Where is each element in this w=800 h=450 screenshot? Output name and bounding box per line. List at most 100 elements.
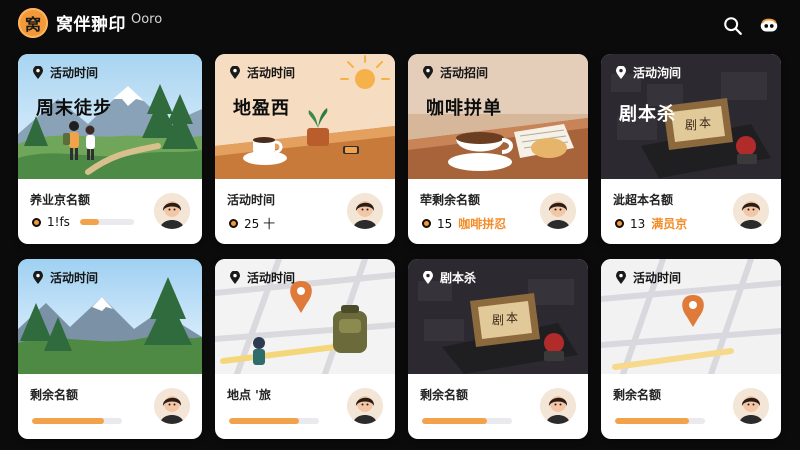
profile-icon[interactable] [758,15,780,37]
card-meta: 13 满员京 [615,215,687,232]
activity-time-text: 活动时间 [50,271,99,285]
svg-text:剧: 剧 [492,313,504,327]
svg-text:本: 本 [699,116,711,130]
activity-title: 剧本杀 [619,104,676,125]
activity-card-coffee[interactable]: 活动招间 咖啡拼单 荦剩余名额 15 咖啡拼忍 [408,54,588,244]
meta-text: 25 十 [244,217,276,231]
activity-card-mountain[interactable]: 活动时间 剩余名额 [18,259,202,439]
activity-card-travel[interactable]: 活动时间 地点 '旅 [215,259,395,439]
location-dot-icon [615,219,624,228]
host-avatar[interactable] [540,193,576,229]
activity-time-pill: 活动时间 [615,269,681,286]
activity-card-murder-mystery[interactable]: 剧 本 活动泃间 剧本杀 泚超本名额 13 满员京 [601,54,781,244]
quota-progress [79,219,134,225]
meta-number: 13 [630,216,646,231]
location-dot-icon [32,217,41,227]
card-footer: 地点 '旅 [215,374,395,439]
card-scene: 剧 本 活动泃间 剧本杀 [601,54,781,179]
quota-progress-fill [422,418,487,424]
activity-time-text: 活动时间 [247,271,296,285]
card-footer: 剩余名额 [408,374,588,439]
card-footer: 活动时间 25 十 [215,179,395,244]
activity-time-pill: 活动时间 [32,64,98,81]
activity-time-pill: 活动时间 [229,64,295,81]
activity-time-text: 剧本杀 [440,271,477,285]
host-avatar[interactable] [347,388,383,424]
activity-time-text: 活动招间 [440,66,489,80]
location-pin-icon [32,270,44,285]
search-icon[interactable] [722,15,744,37]
activity-card-script[interactable]: 剧 本 剧本杀 剩余名额 [408,259,588,439]
app-logo[interactable]: 窝 [18,8,48,38]
quota-label: 剩余名额 [30,388,79,402]
quota-progress [615,418,705,424]
quota-progress-fill [32,418,104,424]
host-avatar[interactable] [154,193,190,229]
card-scene: 活动时间 周末徒步 [18,54,202,179]
quota-progress [229,418,319,424]
card-footer: 荦剩余名额 15 咖啡拼忍 [408,179,588,244]
activity-time-text: 活动时间 [247,66,296,80]
app-subtitle: Ooro [131,12,163,27]
location-pin-icon [229,65,241,80]
svg-text:本: 本 [506,311,518,325]
location-pin-icon [615,270,627,285]
quota-progress [422,418,512,424]
activity-time-pill: 剧本杀 [422,269,476,286]
quota-progress-fill [229,418,300,424]
activity-time-pill: 活动时间 [229,269,295,286]
activity-time-label: 活动时间 [227,193,276,207]
activity-time-text: 活动时间 [50,66,99,80]
app-logo-glyph: 窝 [24,15,41,34]
card-footer: 剩余名额 [601,374,781,439]
activity-time-text: 活动时间 [633,271,682,285]
card-scene: 活动时间 [18,259,202,374]
meta-text: 1!fs [47,215,70,229]
activity-time-pill: 活动泃间 [615,64,681,81]
location-pin-icon [422,65,434,80]
quota-label: 荦剩余名额 [420,193,481,207]
quota-progress-fill [615,418,689,424]
card-footer: 剩余名额 [18,374,202,439]
quota-progress [32,418,122,424]
card-scene: 剧 本 剧本杀 [408,259,588,374]
activity-card-map[interactable]: 活动时间 剩余名额 [601,259,781,439]
activity-card-hiking[interactable]: 活动时间 周末徒步 养业京名额 1!fs [18,54,202,244]
card-meta: 15 咖啡拼忍 [422,215,506,232]
activity-title: 咖啡拼单 [426,98,502,119]
card-scene: 活动时间 [215,259,395,374]
activity-title: 地盈西 [233,98,290,119]
location-label: 地点 '旅 [227,388,271,402]
app-title: 窝伴翀印 [56,15,126,35]
card-meta: 25 十 [229,215,275,232]
meta-highlight: 咖啡拼忍 [458,217,507,231]
quota-progress-fill [79,219,99,225]
activity-time-pill: 活动招间 [422,64,488,81]
location-pin-icon [615,65,627,80]
meta-number: 15 [437,216,453,231]
host-avatar[interactable] [540,388,576,424]
location-pin-icon [422,270,434,285]
host-avatar[interactable] [347,193,383,229]
host-avatar[interactable] [733,193,769,229]
host-avatar[interactable] [733,388,769,424]
quota-label: 泚超本名额 [613,193,674,207]
meta-highlight: 满员京 [651,217,688,231]
card-scene: 活动时间 地盈西 [215,54,395,179]
location-dot-icon [229,219,238,228]
quota-label: 剩余名额 [613,388,662,402]
activity-card-tea[interactable]: 活动时间 地盈西 活动时间 25 十 [215,54,395,244]
location-pin-icon [229,270,241,285]
card-meta: 1!fs [32,215,134,229]
host-avatar[interactable] [154,388,190,424]
card-scene: 活动时间 [601,259,781,374]
activity-grid: 活动时间 周末徒步 养业京名额 1!fs 活动时间 地盈西 活动时间 25 十 … [18,54,782,439]
quota-label: 剩余名额 [420,388,469,402]
svg-text:剧: 剧 [685,118,697,132]
card-footer: 泚超本名额 13 满员京 [601,179,781,244]
card-scene: 活动招间 咖啡拼单 [408,54,588,179]
quota-label: 养业京名额 [30,193,91,207]
activity-time-pill: 活动时间 [32,269,98,286]
location-dot-icon [422,219,431,228]
app-header: 窝 窝伴翀印 Ooro [0,0,800,46]
